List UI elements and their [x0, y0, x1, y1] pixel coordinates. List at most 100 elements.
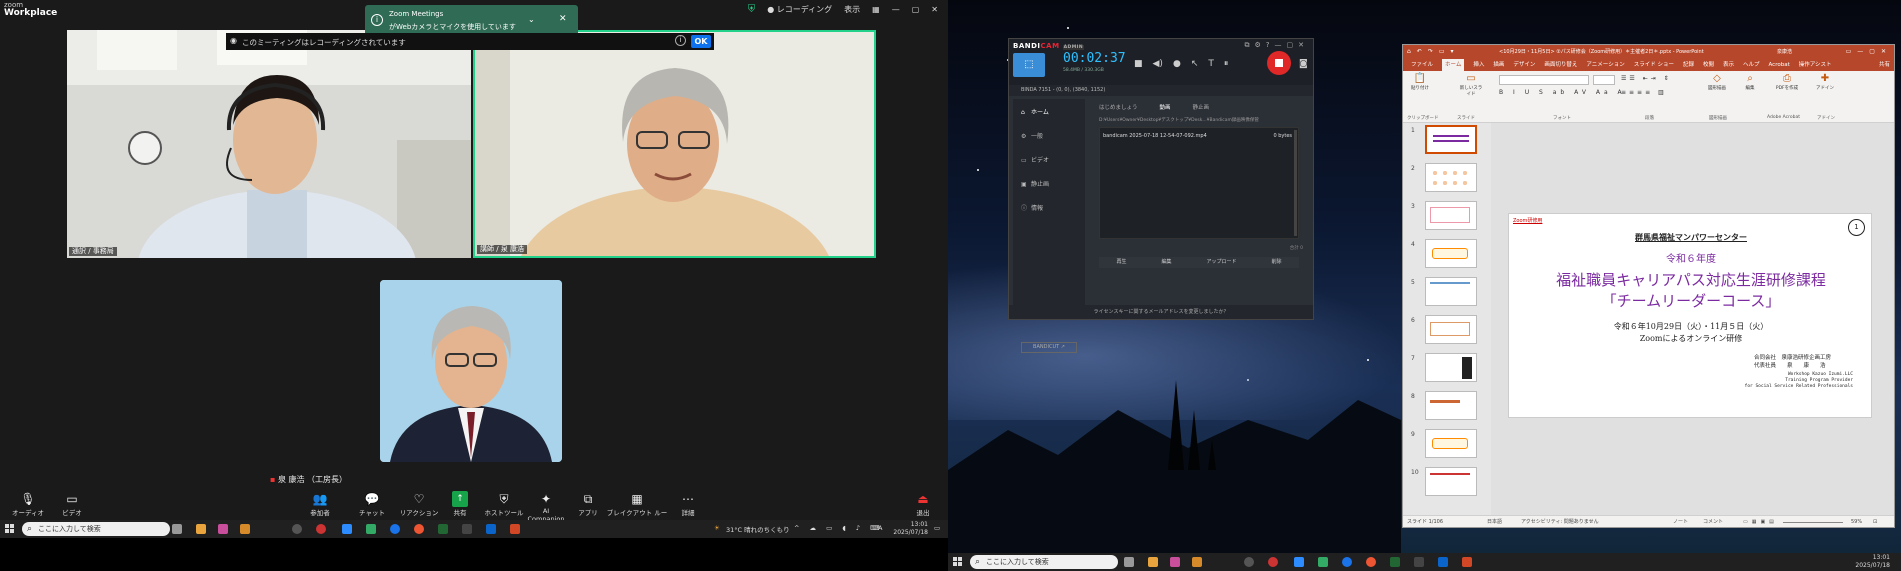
ai-companion-button[interactable]: ✦ AI Companion — [524, 491, 568, 523]
zoom-slider[interactable] — [1783, 522, 1843, 523]
font-size-select[interactable] — [1593, 75, 1615, 85]
chrome-icon[interactable] — [414, 524, 424, 534]
video-tile-participant-1[interactable]: 通訳 / 事務局 — [67, 30, 471, 258]
weather-icon[interactable]: ☀ — [714, 524, 720, 532]
slide-thumbnail[interactable] — [1425, 239, 1477, 268]
app-icon[interactable] — [438, 524, 448, 534]
powerpoint-icon[interactable] — [510, 524, 520, 534]
window-controls[interactable]: ▭—▢✕ — [1846, 45, 1892, 59]
screen-record-mode-icon[interactable]: ⬚ — [1013, 53, 1045, 77]
webcam-icon[interactable]: ■ — [1134, 59, 1143, 69]
audio-button[interactable]: 🎙 オーディオ — [8, 491, 48, 517]
outlook-icon[interactable] — [1438, 557, 1448, 567]
tab-getting-started[interactable]: はじめましょう — [1099, 103, 1138, 111]
recordings-list[interactable]: bandicam 2025-07-18 12-54-07-092.mp4 0 b… — [1099, 127, 1299, 239]
app-icon[interactable] — [1170, 557, 1180, 567]
edit-button[interactable]: 編集 — [1161, 257, 1171, 268]
shield-icon[interactable]: ⛨ — [748, 4, 756, 15]
tab-home[interactable]: ホーム — [1442, 59, 1465, 71]
bandicam-nav-info[interactable]: ⓘ 情報 — [1021, 203, 1043, 212]
bandicam-nav-image[interactable]: ▣ 静止画 — [1021, 179, 1049, 188]
maximize-icon[interactable]: ▢ — [912, 5, 920, 14]
paste-button[interactable]: 📋 貼り付け — [1409, 73, 1431, 91]
bandicam-app-icon[interactable] — [316, 524, 326, 534]
microphone-icon[interactable]: ● — [1173, 59, 1181, 69]
app-icon[interactable] — [292, 524, 302, 534]
speaker-icon[interactable]: ◀) — [1153, 59, 1163, 69]
taskbar-clock[interactable]: 13:01 2025/07/18 — [1854, 554, 1890, 570]
zoom-app-icon[interactable] — [240, 524, 250, 534]
view-button[interactable]: 表示 — [844, 4, 860, 15]
cursor-icon[interactable]: ↖ — [1191, 59, 1199, 69]
windows-start-icon[interactable] — [953, 557, 963, 567]
file-explorer-icon[interactable] — [1148, 557, 1158, 567]
zoom-icon[interactable] — [342, 524, 352, 534]
zoom-app-icon[interactable] — [1192, 557, 1202, 567]
close-icon[interactable]: ✕ — [931, 5, 938, 14]
create-pdf-button[interactable]: ⎙ PDFを作成 — [1771, 73, 1803, 91]
bandicam-footer-message[interactable]: ライセンスキーに関するメールアドレスを変更しましたか？ — [1009, 305, 1313, 319]
app-icon[interactable] — [462, 524, 472, 534]
taskbar-clock[interactable]: 13:01 2025/07/18 — [892, 521, 928, 537]
editing-button[interactable]: ⌕ 編集 — [1739, 73, 1761, 91]
status-accessibility[interactable]: アクセシビリティ: 問題ありません — [1521, 516, 1599, 527]
tab-help[interactable]: ヘルプ — [1743, 59, 1760, 71]
tab-file[interactable]: ファイル — [1411, 59, 1433, 71]
list-scrollbar[interactable] — [1294, 130, 1297, 236]
app-icon[interactable] — [1244, 557, 1254, 567]
chrome-icon[interactable] — [1366, 557, 1376, 567]
tab-draw[interactable]: 描画 — [1493, 59, 1504, 71]
addins-button[interactable]: ✚ アドイン — [1813, 73, 1837, 91]
close-notification-icon[interactable]: ✕ — [559, 14, 567, 24]
quick-access-icons[interactable]: ⌂↶↷▭▾ — [1407, 45, 1460, 59]
edge-icon[interactable] — [366, 524, 376, 534]
status-language[interactable]: 日本語 — [1487, 516, 1502, 527]
bandicam-app-icon[interactable] — [1268, 557, 1278, 567]
slide-thumbnail[interactable] — [1425, 353, 1477, 382]
slide-thumbnail[interactable] — [1425, 391, 1477, 420]
host-tools-button[interactable]: ⛨ ホストツール — [484, 491, 524, 517]
tab-insert[interactable]: 挿入 — [1473, 59, 1484, 71]
stop-recording-button[interactable] — [1267, 51, 1291, 75]
edge-browser-icon[interactable] — [1342, 557, 1352, 567]
recording-file-name[interactable]: bandicam 2025-07-18 12-54-07-092.mp4 — [1103, 133, 1207, 139]
slide-thumbnail[interactable] — [1425, 163, 1477, 192]
text-icon[interactable]: T — [1208, 59, 1214, 69]
upload-button[interactable]: アップロード — [1206, 257, 1236, 268]
screenshot-icon[interactable]: ◙ — [1299, 59, 1308, 69]
minimize-icon[interactable]: — — [892, 5, 900, 14]
slide-thumbnail[interactable] — [1425, 125, 1477, 154]
tab-design[interactable]: デザイン — [1513, 59, 1535, 71]
edge-icon[interactable] — [1318, 557, 1328, 567]
participants-button[interactable]: 👥 参加者 — [300, 491, 340, 517]
more-button[interactable]: ⋯ 詳細 — [676, 491, 700, 517]
grid-view-icon[interactable]: ▦ — [872, 5, 880, 14]
outlook-icon[interactable] — [486, 524, 496, 534]
pause-icon[interactable]: ⏸ — [1224, 59, 1229, 69]
output-folder-path[interactable]: D:¥Users¥Owner¥Desktop¥デスクトップ¥Desk...¥Ba… — [1099, 117, 1305, 123]
apps-button[interactable]: ⧉ アプリ — [576, 491, 600, 517]
video-tile-participant-2[interactable]: 講師 / 泉 康浩 — [473, 30, 876, 258]
paragraph-buttons[interactable]: ☰☰ ⇤⇥ ⇕ — [1621, 75, 1672, 82]
file-explorer-icon[interactable] — [196, 524, 206, 534]
app-icon[interactable] — [218, 524, 228, 534]
tab-transitions[interactable]: 画面切り替え — [1544, 59, 1577, 71]
zoom-level[interactable]: 59% — [1851, 516, 1862, 527]
delete-button[interactable]: 削除 — [1271, 257, 1281, 268]
bandicam-window-controls[interactable]: ⧉⚙?—▢✕ — [1245, 41, 1309, 50]
slide-thumbnail[interactable] — [1425, 315, 1477, 344]
recording-status[interactable]: ● レコーディング — [767, 4, 832, 15]
chevron-down-icon[interactable]: ⌄ — [528, 15, 535, 24]
leave-button[interactable]: ⏏ 退出 — [912, 491, 934, 517]
font-format-buttons[interactable]: B I U S ab AV Aa A — [1499, 89, 1626, 96]
app-icon[interactable] — [1390, 557, 1400, 567]
recording-ok-button[interactable]: OK — [691, 35, 711, 48]
tab-record[interactable]: 記録 — [1683, 59, 1694, 71]
bandicut-button[interactable]: BANDICUT ↗ — [1021, 342, 1077, 353]
tab-acrobat[interactable]: Acrobat — [1769, 59, 1790, 71]
system-tray-icons[interactable]: ^ ☁ ▭ ◖ ♪ ⌨ — [794, 524, 883, 532]
drawing-button[interactable]: ◇ 図形描画 — [1703, 73, 1731, 91]
info-icon[interactable]: i — [675, 35, 686, 46]
slide-thumbnail[interactable] — [1425, 429, 1477, 458]
alignment-buttons[interactable]: ≡≡≡≡ ▥ — [1621, 89, 1667, 96]
